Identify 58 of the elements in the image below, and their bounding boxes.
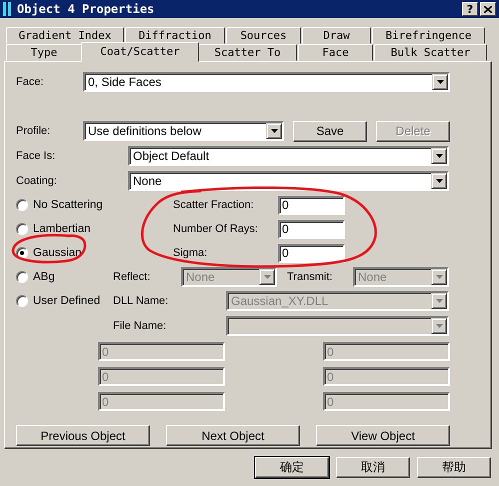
- caret-icon: [436, 275, 442, 279]
- field-label: Number Of Rays:: [173, 223, 259, 235]
- caret-icon: [436, 324, 442, 328]
- field-label: Transmit:: [287, 271, 334, 283]
- dialog-button[interactable]: 确定: [255, 457, 329, 478]
- field-label: Face Is:: [16, 150, 56, 162]
- caret-icon: [436, 154, 442, 158]
- field-label: Coating:: [16, 175, 58, 187]
- help-button[interactable]: ?: [462, 2, 478, 16]
- radio-label[interactable]: Gaussian: [33, 247, 82, 259]
- caret-icon: [264, 275, 270, 279]
- close-icon: [484, 6, 492, 12]
- nav-button[interactable]: Previous Object: [16, 425, 150, 446]
- tab[interactable]: Coat/Scatter: [81, 42, 199, 62]
- field-label: Scatter Fraction:: [173, 199, 255, 211]
- tab[interactable]: Sources: [226, 27, 301, 44]
- input-field[interactable]: 0: [278, 244, 345, 262]
- tab[interactable]: Birefringence: [372, 27, 485, 44]
- caret-icon: [436, 299, 442, 303]
- radio-button[interactable]: [16, 199, 28, 211]
- radio-label[interactable]: User Defined: [33, 295, 100, 307]
- field-label: Face:: [16, 76, 45, 88]
- dropdown-field[interactable]: Use definitions below: [83, 121, 284, 141]
- field-label: File Name:: [113, 320, 168, 332]
- dialog-button[interactable]: 帮助: [417, 457, 491, 478]
- dropdown-field[interactable]: Object Default: [128, 146, 449, 166]
- caret-icon: [436, 80, 444, 84]
- radio-button[interactable]: [16, 271, 28, 283]
- dialog-button[interactable]: 取消: [336, 457, 410, 478]
- radio-label[interactable]: ABg: [33, 271, 55, 283]
- tab[interactable]: Bulk Scatter: [374, 44, 487, 61]
- tab[interactable]: Type: [6, 44, 82, 61]
- dropdown-field[interactable]: None: [128, 171, 449, 191]
- tab[interactable]: Draw: [302, 27, 371, 44]
- dropdown-field[interactable]: 0, Side Faces: [83, 72, 450, 92]
- window-title: Object 4 Properties: [17, 2, 156, 16]
- app-icon: [3, 2, 11, 16]
- field-label: Sigma:: [173, 247, 208, 259]
- radio-button[interactable]: [16, 223, 28, 235]
- field-label: DLL Name:: [113, 295, 170, 307]
- tab[interactable]: Diffraction: [125, 27, 225, 44]
- tab[interactable]: Gradient Index: [6, 27, 124, 44]
- field-label: Profile:: [16, 125, 52, 137]
- radio-label[interactable]: No Scattering: [33, 199, 103, 211]
- caret-icon: [436, 179, 442, 183]
- nav-button[interactable]: View Object: [316, 425, 450, 446]
- tab[interactable]: Scatter To: [198, 44, 297, 61]
- nav-button[interactable]: Next Object: [166, 425, 300, 446]
- tab[interactable]: Face: [298, 44, 373, 61]
- save-button[interactable]: Save: [293, 120, 367, 142]
- radio-button[interactable]: [16, 247, 28, 259]
- radio-label[interactable]: Lambertian: [33, 223, 91, 235]
- caret-icon: [270, 129, 278, 133]
- field-label: Reflect:: [113, 271, 152, 283]
- radio-button[interactable]: [16, 295, 28, 307]
- close-button[interactable]: [480, 2, 496, 16]
- input-field[interactable]: 0: [278, 220, 345, 238]
- input-field[interactable]: 0: [278, 196, 345, 214]
